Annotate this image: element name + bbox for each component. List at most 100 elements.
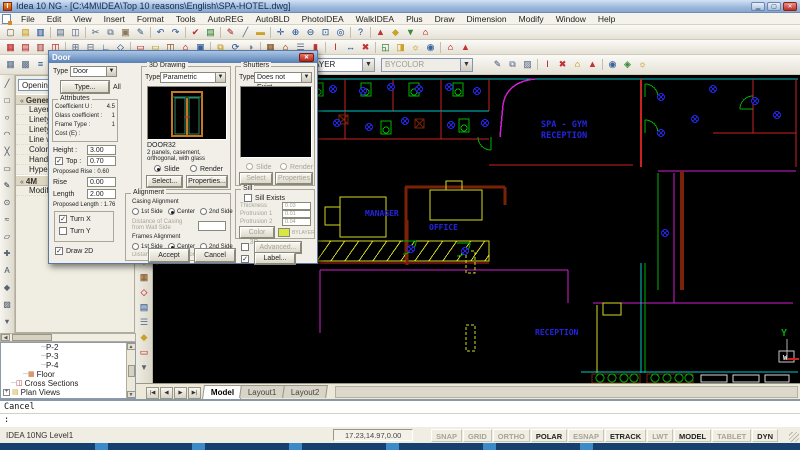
menu-item-format[interactable]: Format	[131, 13, 170, 25]
slide-radio[interactable]	[154, 165, 161, 172]
status-toggle-lwt[interactable]: LWT	[647, 429, 673, 442]
idea-tool-1-icon[interactable]: ▲	[373, 26, 388, 39]
layer-previous-icon[interactable]: ▩	[18, 58, 33, 71]
tab-model[interactable]: Model	[202, 385, 243, 399]
view-3d-icon[interactable]: ◱	[378, 41, 393, 54]
frames-1st-radio[interactable]	[132, 243, 139, 250]
height-field[interactable]: 3.00	[87, 145, 116, 155]
circle-tool-icon[interactable]: ○	[1, 109, 14, 126]
bld-wall2-icon[interactable]: ▭	[137, 345, 152, 360]
more-tools-icon[interactable]: ▾	[1, 313, 14, 330]
top-checkbox[interactable]: ✓	[55, 157, 63, 165]
zoom-window-icon[interactable]: ⊡	[318, 26, 333, 39]
close-button[interactable]: ✕	[783, 2, 797, 11]
print-icon[interactable]: ▤	[53, 26, 68, 39]
render-radio[interactable]	[190, 165, 197, 172]
help-icon[interactable]: ?	[353, 26, 368, 39]
title-bar[interactable]: I Idea 10 NG - [C:\4M\IDEA\Top 10 reason…	[0, 0, 800, 13]
scroll-up-icon[interactable]: ▲	[127, 343, 136, 350]
menu-item-plus[interactable]: Plus	[400, 13, 429, 25]
tab-nav-0-icon[interactable]: |◀	[146, 387, 159, 399]
status-toggle-tablet[interactable]: TABLET	[712, 429, 751, 442]
color-combo[interactable]: BYCOLOR ▼	[381, 58, 473, 72]
layer-states-icon[interactable]: ▥	[33, 41, 48, 54]
open-icon[interactable]: ▤	[18, 26, 33, 39]
scroll-down-icon[interactable]: ▼	[127, 391, 136, 398]
spell-check-icon[interactable]: ✔	[188, 26, 203, 39]
command-window[interactable]: Cancel :	[0, 399, 800, 426]
top-field[interactable]: 0.70	[87, 156, 116, 166]
polyline-icon[interactable]: ╱	[238, 26, 253, 39]
status-toggle-snap[interactable]: SNAP	[431, 429, 462, 442]
canvas-hscrollbar[interactable]	[335, 386, 798, 398]
diamond-tool-icon[interactable]: ◆	[1, 279, 14, 296]
menu-item-autobld[interactable]: AutoBLD	[250, 13, 296, 25]
sill-exists-checkbox[interactable]	[244, 194, 252, 202]
maximize-button[interactable]: ▢	[767, 2, 781, 11]
tree-item-p-2[interactable]: ─ P-2	[1, 343, 135, 352]
walk-icon[interactable]: ◉	[605, 58, 620, 71]
tab-nav-1-icon[interactable]: ◀	[160, 387, 173, 399]
opening-type-combo[interactable]: Door▼	[70, 66, 117, 77]
casing-2nd-radio[interactable]	[200, 208, 207, 215]
fly-icon[interactable]: ◈	[620, 58, 635, 71]
idea-tool-3-icon[interactable]: ▼	[403, 26, 418, 39]
match-properties-icon[interactable]: ✎	[133, 26, 148, 39]
render-icon[interactable]: ◨	[393, 41, 408, 54]
menu-item-dimension[interactable]: Dimension	[460, 13, 512, 25]
text-icon[interactable]: Ⅰ	[328, 41, 343, 54]
zoom-out-icon[interactable]: ⊖	[303, 26, 318, 39]
level-up-icon[interactable]: ▲	[458, 41, 473, 54]
layers-icon[interactable]: ▤	[18, 41, 33, 54]
turn-y-checkbox[interactable]	[59, 227, 67, 235]
dimension-icon[interactable]: ↔	[343, 41, 358, 54]
status-toggle-grid[interactable]: GRID	[463, 429, 492, 442]
bld-gem-icon[interactable]: ◆	[137, 330, 152, 345]
casing-1st-radio[interactable]	[132, 208, 139, 215]
status-toggle-model[interactable]: MODEL	[674, 429, 711, 442]
make-layer-icon[interactable]: ▦	[3, 58, 18, 71]
drawing-menu-icon[interactable]	[2, 14, 11, 24]
arc-tool-icon[interactable]: ◠	[1, 126, 14, 143]
shutters-type-combo[interactable]: Does not Exist▼	[254, 72, 312, 83]
undo-icon[interactable]: ↶	[153, 26, 168, 39]
tree-item-plan-views[interactable]: +▤Plan Views	[1, 388, 135, 397]
regen-icon[interactable]: ▦	[3, 41, 18, 54]
idea-tool-4-icon[interactable]: ⌂	[418, 26, 433, 39]
tree-item-floor[interactable]: ─ ▦Floor	[1, 370, 135, 379]
cut-icon[interactable]: ✂	[88, 26, 103, 39]
hatch-tool-icon[interactable]: ▨	[1, 296, 14, 313]
wave-tool-icon[interactable]: ≈	[1, 211, 14, 228]
home-view-icon[interactable]: ⌂	[570, 58, 585, 71]
bld-diamond-icon[interactable]: ◇	[137, 285, 152, 300]
building-icon[interactable]: ⌂	[443, 41, 458, 54]
paste-icon[interactable]: ▣	[118, 26, 133, 39]
rise-field[interactable]: 0.00	[87, 177, 116, 187]
pencil-tool-icon[interactable]: ✎	[1, 177, 14, 194]
menu-item-insert[interactable]: Insert	[98, 13, 131, 25]
label-checkbox[interactable]: ✓	[241, 255, 249, 263]
scroll-left-icon[interactable]: ◀	[1, 334, 10, 341]
tree-item-p-4[interactable]: ─ P-4	[1, 361, 135, 370]
draw-2d-checkbox[interactable]: ✓	[55, 247, 63, 255]
length-field[interactable]: 2.00	[87, 189, 116, 199]
status-toggle-polar[interactable]: POLAR	[531, 429, 567, 442]
menu-item-walkidea[interactable]: WalkIDEA	[350, 13, 400, 25]
measure-icon[interactable]: ▬	[253, 26, 268, 39]
bld-more-icon[interactable]: ▾	[137, 360, 152, 375]
bld-layer-icon[interactable]: ▤	[137, 300, 152, 315]
type-button[interactable]: Type...	[61, 81, 109, 93]
dialog-close-icon[interactable]: ✕	[299, 53, 314, 62]
cancel-button[interactable]: Cancel	[195, 249, 235, 262]
tab-layout2[interactable]: Layout2	[282, 385, 328, 398]
palette-hscrollbar[interactable]: ◀	[0, 333, 136, 342]
line-tool-icon[interactable]: ╱	[1, 75, 14, 92]
resize-grip[interactable]	[789, 432, 799, 442]
menu-item-modify[interactable]: Modify	[513, 13, 550, 25]
menu-item-photoidea[interactable]: PhotoIDEA	[296, 13, 350, 25]
status-toggle-dyn[interactable]: DYN	[752, 429, 778, 442]
layer-manager-icon[interactable]: ≡	[33, 58, 48, 71]
tab-nav-2-icon[interactable]: ▶	[174, 387, 187, 399]
erase-icon[interactable]: ✖	[358, 41, 373, 54]
menu-item-tools[interactable]: Tools	[170, 13, 202, 25]
